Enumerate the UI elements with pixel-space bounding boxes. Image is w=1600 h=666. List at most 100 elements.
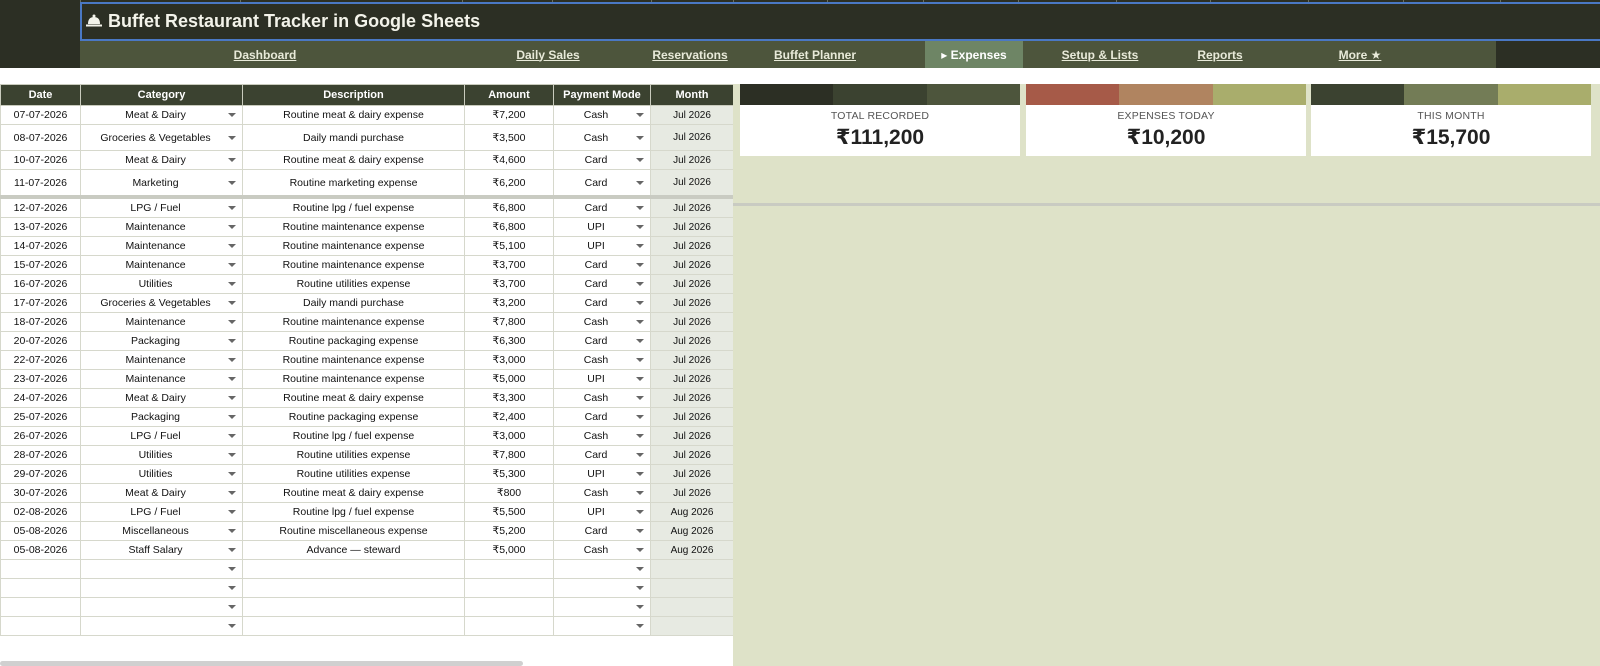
- cell-payment-mode[interactable]: UPI: [553, 502, 651, 522]
- cell-description[interactable]: [242, 578, 465, 598]
- cell-month[interactable]: Jul 2026: [650, 169, 734, 198]
- dropdown-arrow-icon[interactable]: [228, 472, 236, 476]
- nav-buffet-planner[interactable]: Buffet Planner: [760, 41, 870, 68]
- cell-payment-mode[interactable]: UPI: [553, 236, 651, 256]
- cell-payment-mode[interactable]: Card: [553, 150, 651, 170]
- dropdown-arrow-icon[interactable]: [228, 453, 236, 457]
- cell-payment-mode[interactable]: Card: [553, 293, 651, 313]
- cell-amount[interactable]: ₹4,600: [464, 150, 554, 170]
- cell-amount[interactable]: ₹5,100: [464, 236, 554, 256]
- cell-category[interactable]: Utilities: [80, 274, 243, 294]
- cell-month[interactable]: Jul 2026: [650, 105, 734, 125]
- cell-date[interactable]: 02-08-2026: [0, 502, 81, 522]
- cell-month[interactable]: Jul 2026: [650, 217, 734, 237]
- cell-description[interactable]: Advance — steward: [242, 540, 465, 560]
- cell-payment-mode[interactable]: [553, 597, 651, 617]
- dropdown-arrow-icon[interactable]: [636, 377, 644, 381]
- dropdown-arrow-icon[interactable]: [636, 529, 644, 533]
- cell-date[interactable]: 13-07-2026: [0, 217, 81, 237]
- dropdown-arrow-icon[interactable]: [636, 605, 644, 609]
- cell-payment-mode[interactable]: Card: [553, 521, 651, 541]
- cell-date[interactable]: 28-07-2026: [0, 445, 81, 465]
- dropdown-arrow-icon[interactable]: [228, 624, 236, 628]
- dropdown-arrow-icon[interactable]: [636, 339, 644, 343]
- dropdown-arrow-icon[interactable]: [228, 244, 236, 248]
- cell-payment-mode[interactable]: [553, 616, 651, 636]
- cell-payment-mode[interactable]: Cash: [553, 124, 651, 151]
- dropdown-arrow-icon[interactable]: [636, 225, 644, 229]
- dropdown-arrow-icon[interactable]: [228, 605, 236, 609]
- dropdown-arrow-icon[interactable]: [228, 529, 236, 533]
- cell-amount[interactable]: ₹3,700: [464, 274, 554, 294]
- cell-date[interactable]: 11-07-2026: [0, 169, 81, 198]
- cell-month[interactable]: Jul 2026: [650, 274, 734, 294]
- cell-month[interactable]: Jul 2026: [650, 312, 734, 332]
- cell-amount[interactable]: ₹5,000: [464, 540, 554, 560]
- dropdown-arrow-icon[interactable]: [228, 135, 236, 140]
- cell-amount[interactable]: ₹3,000: [464, 426, 554, 446]
- cell-description[interactable]: Daily mandi purchase: [242, 293, 465, 313]
- cell-date[interactable]: [0, 559, 81, 579]
- cell-payment-mode[interactable]: Card: [553, 407, 651, 427]
- cell-amount[interactable]: ₹7,800: [464, 445, 554, 465]
- cell-amount[interactable]: ₹5,200: [464, 521, 554, 541]
- dropdown-arrow-icon[interactable]: [636, 263, 644, 267]
- cell-date[interactable]: 29-07-2026: [0, 464, 81, 484]
- cell-description[interactable]: Routine maintenance expense: [242, 236, 465, 256]
- dropdown-arrow-icon[interactable]: [636, 415, 644, 419]
- cell-amount[interactable]: ₹6,800: [464, 217, 554, 237]
- dropdown-arrow-icon[interactable]: [636, 301, 644, 305]
- cell-date[interactable]: 16-07-2026: [0, 274, 81, 294]
- cell-category[interactable]: Marketing: [80, 169, 243, 198]
- cell-month[interactable]: Jul 2026: [650, 464, 734, 484]
- cell-category[interactable]: LPG / Fuel: [80, 195, 243, 218]
- cell-payment-mode[interactable]: Card: [553, 195, 651, 218]
- cell-description[interactable]: Routine marketing expense: [242, 169, 465, 198]
- cell-payment-mode[interactable]: Card: [553, 255, 651, 275]
- nav-daily-sales[interactable]: Daily Sales: [488, 41, 608, 68]
- cell-category[interactable]: Maintenance: [80, 350, 243, 370]
- dropdown-arrow-icon[interactable]: [228, 180, 236, 185]
- cell-date[interactable]: 14-07-2026: [0, 236, 81, 256]
- cell-category[interactable]: Packaging: [80, 407, 243, 427]
- nav-dashboard[interactable]: Dashboard: [200, 41, 330, 68]
- cell-payment-mode[interactable]: Card: [553, 331, 651, 351]
- cell-month[interactable]: Jul 2026: [650, 293, 734, 313]
- cell-month[interactable]: Aug 2026: [650, 521, 734, 541]
- cell-category[interactable]: LPG / Fuel: [80, 502, 243, 522]
- cell-amount[interactable]: ₹800: [464, 483, 554, 503]
- cell-date[interactable]: 23-07-2026: [0, 369, 81, 389]
- cell-payment-mode[interactable]: Cash: [553, 540, 651, 560]
- cell-category[interactable]: Miscellaneous: [80, 521, 243, 541]
- cell-amount[interactable]: ₹3,300: [464, 388, 554, 408]
- cell-month[interactable]: [650, 578, 734, 598]
- nav-reports[interactable]: Reports: [1180, 41, 1260, 68]
- cell-payment-mode[interactable]: Cash: [553, 426, 651, 446]
- dropdown-arrow-icon[interactable]: [228, 301, 236, 305]
- header-amount[interactable]: Amount: [464, 84, 554, 106]
- cell-month[interactable]: Jul 2026: [650, 407, 734, 427]
- cell-description[interactable]: Routine maintenance expense: [242, 350, 465, 370]
- cell-description[interactable]: Routine utilities expense: [242, 464, 465, 484]
- cell-month[interactable]: Jul 2026: [650, 150, 734, 170]
- cell-date[interactable]: 26-07-2026: [0, 426, 81, 446]
- cell-description[interactable]: Routine maintenance expense: [242, 217, 465, 237]
- cell-description[interactable]: Routine utilities expense: [242, 445, 465, 465]
- cell-amount[interactable]: ₹3,000: [464, 350, 554, 370]
- cell-payment-mode[interactable]: Cash: [553, 105, 651, 125]
- cell-amount[interactable]: ₹5,300: [464, 464, 554, 484]
- cell-payment-mode[interactable]: UPI: [553, 369, 651, 389]
- cell-category[interactable]: Meat & Dairy: [80, 388, 243, 408]
- dropdown-arrow-icon[interactable]: [636, 434, 644, 438]
- dropdown-arrow-icon[interactable]: [636, 244, 644, 248]
- cell-date[interactable]: 12-07-2026: [0, 195, 81, 218]
- cell-description[interactable]: Routine meat & dairy expense: [242, 388, 465, 408]
- cell-month[interactable]: [650, 597, 734, 617]
- dropdown-arrow-icon[interactable]: [636, 206, 644, 210]
- dropdown-arrow-icon[interactable]: [636, 180, 644, 185]
- dropdown-arrow-icon[interactable]: [636, 320, 644, 324]
- cell-amount[interactable]: ₹3,500: [464, 124, 554, 151]
- dropdown-arrow-icon[interactable]: [228, 282, 236, 286]
- cell-category[interactable]: Maintenance: [80, 255, 243, 275]
- cell-description[interactable]: Routine maintenance expense: [242, 369, 465, 389]
